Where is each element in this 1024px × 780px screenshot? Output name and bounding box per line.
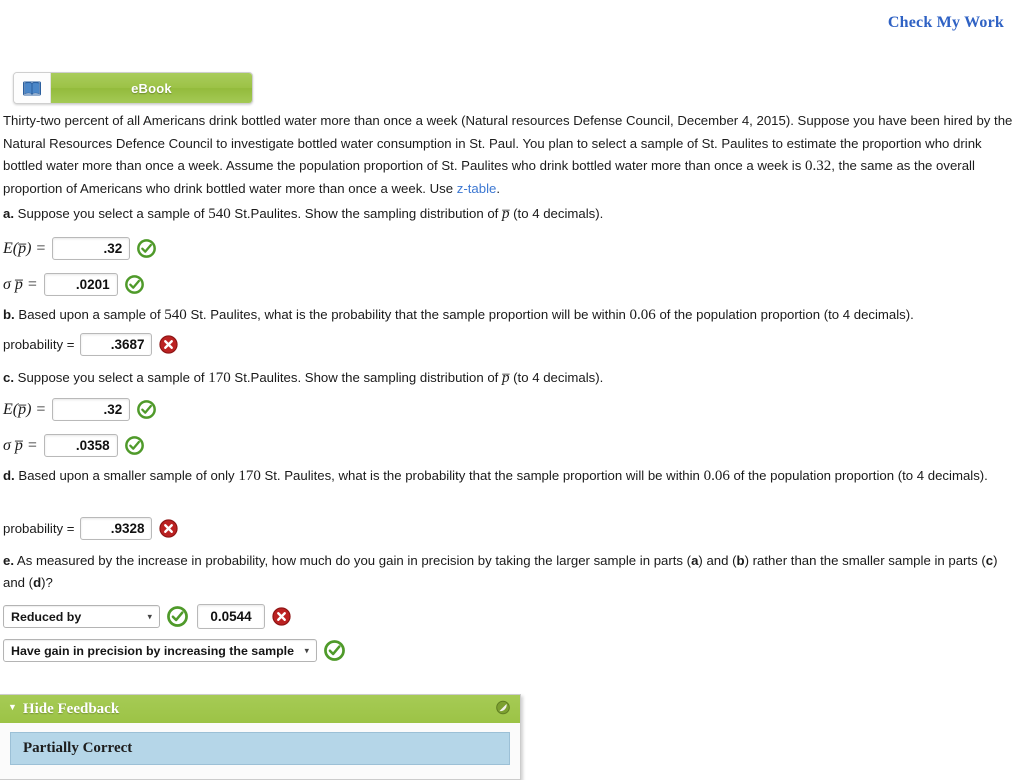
part-d-text-2: St. Paulites, what is the probability th… [260, 468, 704, 483]
part-b-text-2: St. Paulites, what is the probability th… [186, 307, 630, 322]
part-d-sample: 170 [238, 468, 261, 484]
incorrect-icon [159, 519, 179, 538]
part-b-question: b. Based upon a sample of 540 St. Paulit… [3, 304, 1021, 326]
part-a-text-3: (to 4 decimals). [509, 206, 604, 221]
part-d-text-1: Based upon a smaller sample of only [14, 468, 239, 483]
part-e-conclusion-select[interactable]: Have gain in precision by increasing the… [3, 639, 317, 662]
part-c-field-row-1: E(p̅) = .32 [3, 398, 157, 421]
incorrect-icon [272, 607, 291, 626]
ebook-button[interactable]: eBook [13, 72, 253, 104]
correct-icon [124, 436, 144, 455]
intro-value-032: 0.32 [804, 158, 832, 174]
part-d-text-3: of the population proportion (to 4 decim… [729, 468, 988, 483]
part-e-text-2: ) and ( [698, 553, 737, 568]
book-icon [14, 73, 51, 103]
part-b-field-row: probability = .3687 [3, 333, 179, 356]
part-c-sample: 170 [208, 370, 231, 386]
ebook-button-label: eBook [51, 73, 252, 103]
part-d-letter: d. [3, 468, 15, 483]
feedback-resize-handle[interactable] [496, 700, 510, 718]
part-e-text-1: As measured by the increase in probabili… [14, 553, 692, 568]
triangle-down-icon: ▼ [8, 702, 17, 712]
part-b-label: probability = [3, 337, 75, 352]
part-b-within: 0.06 [629, 307, 656, 323]
part-e-text-5: )? [41, 575, 53, 590]
part-d-within: 0.06 [703, 468, 730, 484]
part-b-letter: b. [3, 307, 15, 322]
part-c-input-2[interactable]: .0358 [43, 434, 118, 457]
part-d-input[interactable]: .9328 [80, 517, 153, 540]
part-e-select-1-wrap: Reduced by ▾ [3, 605, 160, 628]
part-e-ref-b: b [736, 553, 745, 568]
part-e-row-2: Have gain in precision by increasing the… [3, 639, 345, 662]
part-e-amount-input[interactable]: 0.0544 [197, 604, 265, 629]
correct-icon [124, 275, 144, 294]
part-c-text-3: (to 4 decimals). [509, 370, 604, 385]
part-e-text-3: ) rather than the smaller sample in part… [744, 553, 986, 568]
incorrect-icon [159, 335, 179, 354]
part-c-text-1: Suppose you select a sample of [14, 370, 209, 385]
feedback-result-box: Partially Correct [10, 732, 510, 765]
part-a-label-2: σ p̅ = [3, 275, 38, 293]
part-a-field-row-2: σ p̅ = .0201 [3, 273, 144, 296]
part-a-input-1[interactable]: .32 [52, 237, 131, 260]
part-b-sample: 540 [164, 307, 187, 323]
correct-icon [167, 606, 188, 627]
part-a-text-1: Suppose you select a sample of [14, 206, 209, 221]
intro-text-3: . [496, 180, 501, 196]
part-b-input[interactable]: .3687 [80, 333, 153, 356]
part-a-input-2[interactable]: .0201 [43, 273, 118, 296]
exercise-page: Check My Work eBook Thirty-two percent o… [0, 0, 1024, 780]
check-my-work-link[interactable]: Check My Work [888, 14, 1004, 32]
problem-statement: Thirty-two percent of all Americans drin… [3, 110, 1021, 200]
part-e-ref-d: d [33, 575, 42, 590]
part-b-text-3: of the population proportion (to 4 decim… [655, 307, 914, 322]
part-a-text-2: St.Paulites. Show the sampling distribut… [230, 206, 502, 221]
part-e-select-2-wrap: Have gain in precision by increasing the… [3, 639, 317, 662]
hide-feedback-label: Hide Feedback [22, 700, 120, 717]
feedback-knob-icon [496, 700, 510, 715]
part-e-question: e. As measured by the increase in probab… [3, 550, 1021, 594]
part-e-row-1: Reduced by ▾ 0.0544 [3, 604, 291, 629]
z-table-link[interactable]: z-table [457, 181, 497, 196]
part-a-question: a. Suppose you select a sample of 540 St… [3, 203, 1021, 225]
part-a-symbol: p̅ [502, 206, 510, 222]
book-icon-svg [23, 81, 41, 95]
part-b-text-1: Based upon a sample of [14, 307, 165, 322]
part-a-label-1: E(p̅) = [3, 239, 47, 257]
hide-feedback-toggle[interactable]: ▼ Hide Feedback [0, 695, 520, 723]
correct-icon [137, 400, 157, 419]
part-d-question: d. Based upon a smaller sample of only 1… [3, 465, 1021, 487]
feedback-body: Partially Correct [0, 723, 520, 779]
part-d-label: probability = [3, 521, 75, 536]
part-a-sample: 540 [208, 206, 231, 222]
part-c-symbol: p̅ [502, 370, 510, 386]
part-c-letter: c. [3, 370, 14, 385]
part-d-field-row: probability = .9328 [3, 517, 179, 540]
correct-icon [137, 239, 157, 258]
part-c-input-1[interactable]: .32 [52, 398, 131, 421]
part-c-text-2: St.Paulites. Show the sampling distribut… [230, 370, 502, 385]
part-a-field-row-1: E(p̅) = .32 [3, 237, 157, 260]
part-c-label-1: E(p̅) = [3, 400, 47, 418]
part-e-ref-c: c [985, 553, 994, 568]
part-a-letter: a. [3, 206, 14, 221]
feedback-result-text: Partially Correct [23, 740, 133, 756]
part-c-question: c. Suppose you select a sample of 170 St… [3, 367, 1021, 389]
part-c-field-row-2: σ p̅ = .0358 [3, 434, 144, 457]
part-e-direction-select[interactable]: Reduced by [3, 605, 160, 628]
part-c-label-2: σ p̅ = [3, 436, 38, 454]
correct-icon [324, 640, 345, 661]
part-e-letter: e. [3, 553, 14, 568]
feedback-panel: ▼ Hide Feedback Partially Correct [0, 694, 521, 780]
